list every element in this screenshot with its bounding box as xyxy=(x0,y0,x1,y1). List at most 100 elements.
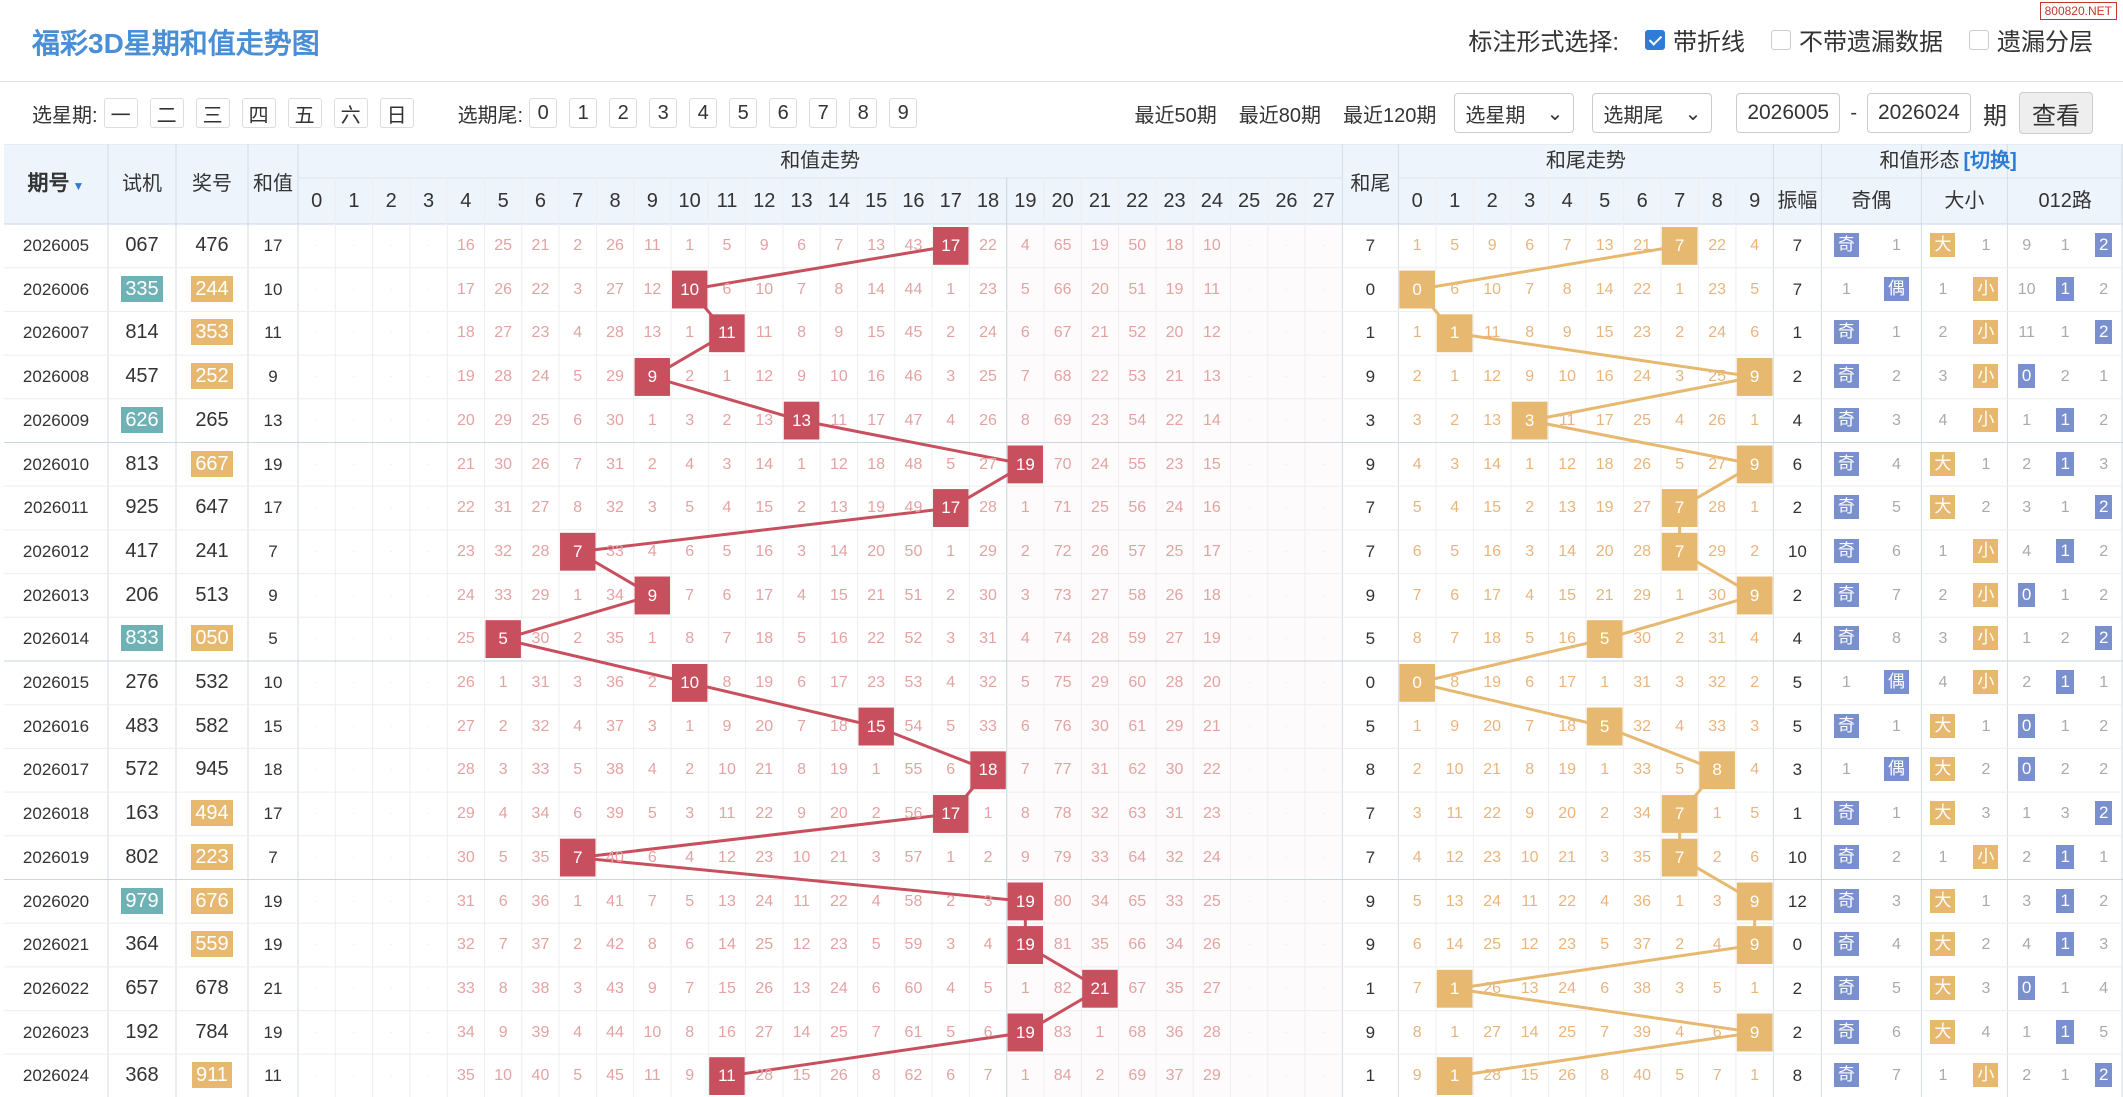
tail-button-4[interactable]: 4 xyxy=(689,98,718,128)
checkbox-no-missing-data[interactable] xyxy=(1771,29,1791,50)
sum-missing-value: 25 xyxy=(1202,892,1221,910)
tail-missing-value: 1 xyxy=(1600,761,1610,779)
tail-missing-value: 14 xyxy=(1483,455,1502,473)
sum-missing-value: 23 xyxy=(829,936,848,954)
trial-number: 417 xyxy=(125,539,159,562)
weekday-button-3[interactable]: 三 xyxy=(195,98,230,128)
weekday-button-6[interactable]: 六 xyxy=(333,98,368,128)
trial-cell: 364 xyxy=(108,923,176,967)
odd-badge: 奇 xyxy=(1833,233,1859,257)
tail-missing-value: 19 xyxy=(1595,499,1614,517)
sum-missing-value: 5 xyxy=(647,805,657,823)
tail-missing-value: 8 xyxy=(1412,630,1422,648)
amplitude-cell: 2 xyxy=(1792,1022,1803,1042)
sum-missing-value: 32 xyxy=(1165,848,1184,866)
tail-button-8[interactable]: 8 xyxy=(849,98,878,128)
sum-missing-value: 4 xyxy=(871,892,881,910)
trial-number: 657 xyxy=(125,976,159,999)
sum-missing-value: 1 xyxy=(498,674,508,691)
sum-missing-value: 5 xyxy=(946,1023,956,1041)
query-button[interactable]: 查看 xyxy=(2019,92,2093,134)
sum-hit-label: 7 xyxy=(573,847,583,867)
tail-button-3[interactable]: 3 xyxy=(649,98,678,128)
checkbox-with-line[interactable] xyxy=(1645,29,1665,50)
sum-missing-value: 1 xyxy=(1020,499,1030,517)
sum-missing-faint: · xyxy=(1247,634,1251,644)
tail-missing-value: 8 xyxy=(1450,674,1460,691)
end-issue-input[interactable]: 2026024 xyxy=(1867,93,1971,133)
route-missing: 2 xyxy=(2022,674,2032,691)
tail-hit-label: 9 xyxy=(1749,367,1760,387)
route-badge: 2 xyxy=(2094,1063,2113,1088)
tail-missing-value: 14 xyxy=(1445,936,1464,954)
sum-missing-value: 10 xyxy=(643,1023,662,1041)
sum-missing-faint: · xyxy=(352,459,356,469)
weekday-select[interactable]: 选星期 ⌄ xyxy=(1454,93,1575,133)
tail-button-1[interactable]: 1 xyxy=(569,98,598,128)
recent-50-link[interactable]: 最近50期 xyxy=(1134,99,1216,128)
weekday-button-4[interactable]: 四 xyxy=(241,98,276,128)
prize-number: 559 xyxy=(191,931,233,958)
sum-hit-label: 18 xyxy=(978,760,998,780)
issue-cell: 2026015 xyxy=(22,673,90,692)
tail-button-0[interactable]: 0 xyxy=(529,98,558,128)
weekday-button-1[interactable]: 一 xyxy=(103,98,138,128)
trial-number: 572 xyxy=(125,758,159,781)
weekday-button-2[interactable]: 二 xyxy=(149,98,184,128)
sum-missing-value: 18 xyxy=(1202,586,1221,604)
odd-even-missing: 8 xyxy=(1891,630,1901,648)
tail-cell: 5 xyxy=(1365,716,1376,736)
checkbox-missing-layers[interactable] xyxy=(1969,29,1989,50)
chevron-down-icon: ⌄ xyxy=(1546,102,1564,125)
tail-button-9[interactable]: 9 xyxy=(889,98,918,128)
weekday-button-7[interactable]: 日 xyxy=(379,98,414,128)
sum-missing-faint: · xyxy=(1322,721,1326,731)
option-no-missing-data[interactable]: 不带遗漏数据 xyxy=(1771,22,1943,57)
option-missing-layers[interactable]: 遗漏分层 xyxy=(1969,22,2093,57)
big-small-hit: 大 xyxy=(1921,443,1964,487)
tail-missing-value: 27 xyxy=(1708,455,1727,473)
tail-missing-value: 12 xyxy=(1558,455,1577,473)
weekday-button-5[interactable]: 五 xyxy=(287,98,322,128)
prize-number: 647 xyxy=(195,496,229,519)
sum-column-26: 26 xyxy=(1275,190,1298,212)
odd-even-hit: 奇 xyxy=(1821,923,1871,967)
route-badge: 2 xyxy=(2094,495,2113,520)
sum-missing-value: 40 xyxy=(531,1067,550,1085)
tail-missing-value: 23 xyxy=(1633,324,1652,342)
amplitude-cell: 10 xyxy=(1787,847,1807,867)
tail-missing-value: 2 xyxy=(1600,805,1610,823)
sum-missing-value: 11 xyxy=(644,1067,661,1085)
option-with-line[interactable]: 带折线 xyxy=(1645,22,1745,57)
tail-button-5[interactable]: 5 xyxy=(729,98,758,128)
even-badge: 偶 xyxy=(1883,757,1909,782)
tail-hit-label: 1 xyxy=(1449,978,1460,998)
toggle-link[interactable]: [切换] xyxy=(1964,150,2017,172)
sum-missing-value: 26 xyxy=(979,411,997,429)
tail-button-6[interactable]: 6 xyxy=(769,98,798,128)
tail-button-2[interactable]: 2 xyxy=(609,98,638,128)
tail-missing-value: 23 xyxy=(1483,848,1502,866)
option-with-line-label: 带折线 xyxy=(1673,29,1745,56)
big-small-missing: 1 xyxy=(1981,717,1991,735)
tail-missing-value: 8 xyxy=(1600,1067,1610,1085)
sum-missing-value: 2 xyxy=(946,892,956,910)
sum-hit-label: 9 xyxy=(647,585,658,605)
sum-missing-value: 81 xyxy=(1053,936,1072,954)
tail-cell: 7 xyxy=(1365,236,1376,255)
amplitude-cell: 1 xyxy=(1792,804,1803,824)
amplitude-cell: 7 xyxy=(1792,236,1803,255)
tail-missing-value: 2 xyxy=(1712,848,1722,866)
sum-missing-value: 69 xyxy=(1128,1067,1147,1085)
tail-hit-label: 1 xyxy=(1449,323,1460,343)
sum-missing-value: 4 xyxy=(1020,630,1030,648)
tail-select[interactable]: 选期尾 ⌄ xyxy=(1592,93,1713,133)
sum-missing-value: 2 xyxy=(647,455,657,473)
tail-button-7[interactable]: 7 xyxy=(809,98,838,128)
issue-header[interactable]: 期号 ▼ xyxy=(4,144,108,224)
recent-80-link[interactable]: 最近80期 xyxy=(1239,99,1321,128)
sum-missing-value: 6 xyxy=(983,1023,993,1041)
sum-missing-faint: · xyxy=(427,721,430,731)
start-issue-input[interactable]: 2026005 xyxy=(1736,93,1841,133)
recent-120-link[interactable]: 最近120期 xyxy=(1343,99,1436,128)
